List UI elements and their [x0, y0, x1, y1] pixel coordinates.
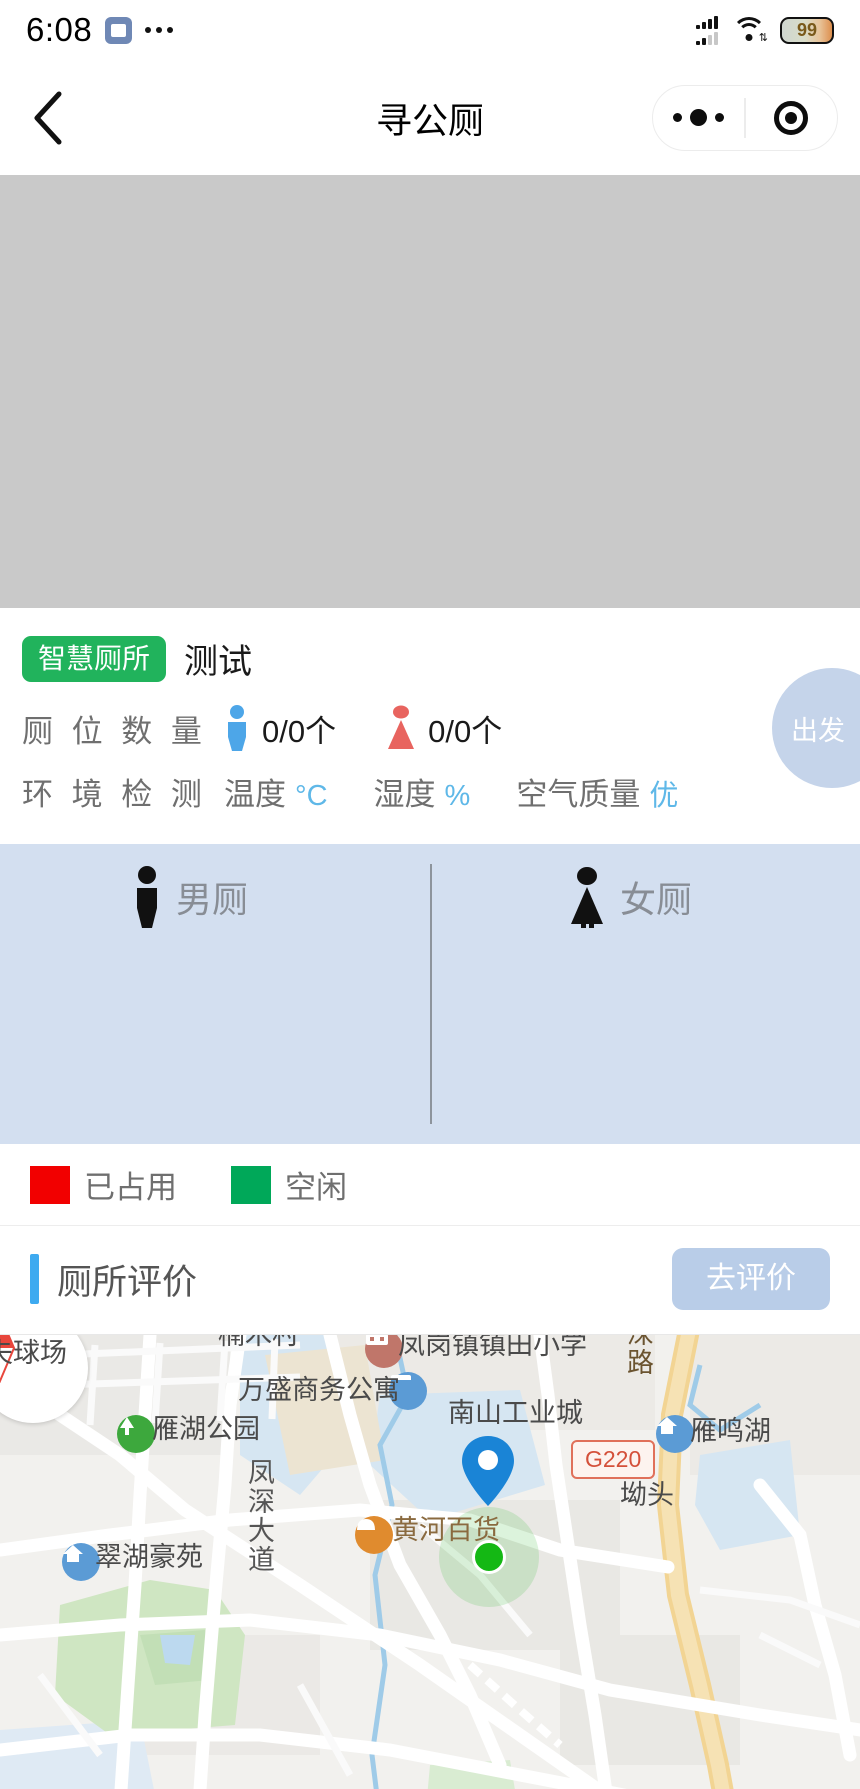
toilet-name: 测试 — [184, 643, 253, 681]
go-review-button[interactable]: 去评价 — [672, 1248, 830, 1310]
env-air-quality: 空气质量 优 — [516, 769, 678, 814]
environment-label: 环 境 检 测 — [22, 777, 207, 812]
female-stall-label: 女厕 — [619, 879, 692, 920]
capsule-close-button[interactable] — [746, 100, 837, 135]
legend-label-free: 空闲 — [285, 1170, 347, 1205]
target-icon — [774, 100, 809, 135]
review-accent-bar — [30, 1254, 39, 1304]
map-poi-residence-icon[interactable] — [656, 1415, 694, 1453]
env-air-quality-value: 优 — [649, 780, 679, 812]
map-label: 雁湖公园 — [152, 1414, 260, 1444]
status-bar-left: 6:08 — [26, 11, 174, 49]
stall-status-panel: 男厕 女厕 — [0, 844, 860, 1144]
legend-label-occupied: 已占用 — [84, 1170, 177, 1205]
map-label: 东深路 — [622, 1335, 653, 1377]
male-stall-value: 0/0个 — [262, 713, 337, 749]
review-heading: 厕所评价 — [30, 1254, 197, 1305]
map-view[interactable]: G220 阳槽 军民路 山 夫球场 佳兆业· 水岸豪门 新世纪英才学校 凤岗镇镇… — [0, 1335, 860, 1789]
env-temperature-label: 温度 — [224, 777, 286, 812]
chevron-left-icon — [34, 91, 62, 144]
female-stall-header: 女厕 — [400, 866, 860, 928]
male-stall-header: 男厕 — [0, 866, 430, 928]
male-stall-stat: 0/0个 — [224, 705, 336, 751]
legend-item-occupied: 已占用 — [30, 1162, 177, 1207]
female-figure-icon — [388, 705, 415, 749]
male-stall-section: 男厕 — [0, 844, 430, 1144]
battery-icon: 99 — [780, 16, 834, 44]
map-label: 夫球场 — [0, 1338, 67, 1368]
map-label: 黄河百货 — [392, 1515, 500, 1545]
more-dots-icon — [145, 27, 174, 33]
env-temperature-value: °C — [295, 780, 328, 812]
toilet-photo-placeholder — [0, 175, 860, 608]
female-stall-stat: 0/0个 — [386, 705, 502, 751]
map-label: 翠湖豪苑 — [95, 1542, 203, 1572]
battery-level: 99 — [796, 20, 818, 40]
legend-item-free: 空闲 — [231, 1162, 347, 1207]
map-label: 坳头 — [620, 1480, 674, 1510]
review-title: 厕所评价 — [57, 1262, 198, 1302]
female-stall-value: 0/0个 — [428, 713, 503, 749]
toilet-info-panel: 智慧厕所 测试 出发 厕 位 数 量 0/0个 0/0个 环 境 检 测 温度 … — [0, 608, 860, 830]
stall-count-row: 厕 位 数 量 0/0个 0/0个 — [22, 705, 838, 751]
stall-panel-divider — [430, 864, 432, 1124]
map-label: 凤岗镇镇田小学 — [398, 1335, 587, 1360]
male-stall-label: 男厕 — [175, 879, 248, 920]
capsule-more-button[interactable] — [653, 109, 744, 126]
female-stall-section: 女厕 — [430, 844, 860, 1144]
wechat-capsule — [652, 84, 838, 151]
map-poi-shopping-icon[interactable] — [355, 1516, 393, 1554]
env-humidity-label: 湿度 — [373, 777, 436, 812]
stall-legend: 已占用 空闲 — [0, 1144, 860, 1226]
env-humidity-value: % — [444, 780, 471, 812]
map-label: 万盛商务公寓 — [238, 1375, 400, 1405]
highway-shield-G220: G220 — [571, 1440, 656, 1479]
male-figure-icon — [136, 866, 157, 928]
wifi-icon: ⇅ — [732, 17, 768, 44]
legend-swatch-free — [231, 1165, 271, 1204]
male-figure-icon — [228, 705, 246, 751]
stall-count-label: 厕 位 数 量 — [22, 713, 207, 749]
message-icon — [105, 16, 133, 44]
map-label: 凤深大道 — [244, 1458, 275, 1574]
toilet-title-row: 智慧厕所 测试 — [22, 634, 838, 683]
more-dots-icon — [673, 109, 725, 126]
map-label: 雁鸣湖 — [690, 1416, 771, 1446]
status-bar: 6:08 ⇅ 99 — [0, 0, 860, 60]
env-humidity: 湿度 % — [374, 769, 471, 814]
mini-program-screen: 6:08 ⇅ 99 寻公厕 智慧厕所 测试 出发 厕 位 数 量 0/0个 0/… — [0, 0, 860, 1789]
env-air-quality-label: 空气质量 — [516, 777, 641, 812]
back-button[interactable] — [22, 91, 74, 144]
map-label: 南山工业城 — [448, 1398, 583, 1428]
female-figure-icon — [570, 867, 603, 928]
environment-row: 环 境 检 测 温度 °C 湿度 % 空气质量 优 — [22, 769, 838, 814]
map-label: 楠木村 — [218, 1335, 299, 1350]
smart-toilet-tag: 智慧厕所 — [22, 635, 167, 682]
signal-bars-icon — [696, 15, 718, 45]
nav-bar: 寻公厕 — [0, 60, 860, 175]
review-section: 厕所评价 去评价 — [0, 1226, 860, 1335]
map-poi-park-icon[interactable] — [117, 1415, 155, 1453]
env-temperature: 温度 °C — [224, 769, 328, 814]
legend-swatch-occupied — [30, 1165, 70, 1204]
status-bar-right: ⇅ 99 — [696, 15, 834, 45]
status-time: 6:08 — [26, 11, 93, 48]
